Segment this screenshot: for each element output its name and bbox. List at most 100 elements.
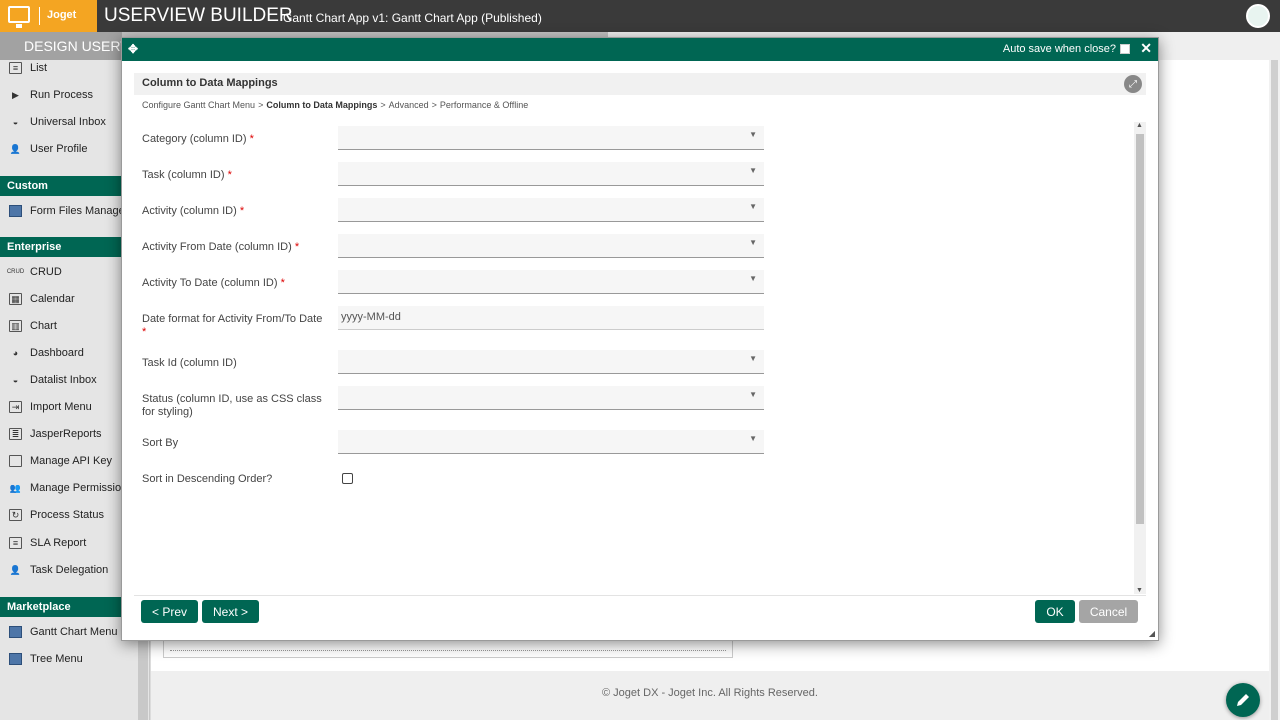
sidebar-item-datalist-inbox[interactable]: ◒ Datalist Inbox [0, 368, 122, 392]
status-icon: ↻ [9, 509, 22, 521]
sidebar-item-jasperreports[interactable]: ≣ JasperReports [0, 422, 122, 446]
sidebar-header-enterprise: Enterprise [0, 237, 122, 257]
joget-logo[interactable]: Joget [0, 0, 97, 32]
wizard-breadcrumb: Configure Gantt Chart Menu > Column to Dat… [142, 100, 528, 110]
sort-descending-checkbox[interactable] [342, 473, 353, 484]
dialog-page-title: Column to Data Mappings [142, 77, 278, 89]
move-icon[interactable]: ✥ [128, 42, 138, 56]
sidebar-item-gantt-chart-menu[interactable]: Gantt Chart Menu [0, 620, 122, 644]
field-label: Task Id (column ID) [142, 357, 237, 369]
page-scrollbar-thumb[interactable] [1271, 60, 1278, 720]
dialog-title-bar[interactable]: ✥ Auto save when close? ✕ [122, 38, 1158, 61]
breadcrumb-separator: > [380, 100, 386, 110]
sidebar-item-label: Tree Menu [30, 653, 83, 665]
sidebar-item-label: Process Status [30, 509, 104, 521]
sort-by-select[interactable]: ▼ [338, 430, 764, 454]
sidebar-item-label: User Profile [30, 143, 88, 155]
prev-button[interactable]: < Prev [141, 600, 198, 623]
properties-dialog: ✥ Auto save when close? ✕ Column to Data… [121, 37, 1159, 641]
field-label: Date format for Activity From/To Date * [142, 313, 323, 338]
caret-down-icon: ▼ [749, 434, 757, 443]
sidebar-item-universal-inbox[interactable]: ◒ Universal Inbox [0, 110, 122, 134]
sidebar-item-import-menu[interactable]: ⇥ Import Menu [0, 395, 122, 419]
user-gear-icon: 👤 [9, 564, 22, 575]
cancel-button[interactable]: Cancel [1079, 600, 1138, 623]
ok-button[interactable]: OK [1035, 600, 1075, 623]
sidebar-item-label: Import Menu [30, 401, 92, 413]
breadcrumb-step-performance[interactable]: Performance & Offline [440, 100, 528, 110]
sidebar-item-list[interactable]: ≡ List [0, 60, 122, 80]
sidebar-item-calendar[interactable]: ▦ Calendar [0, 287, 122, 311]
sidebar-item-label: Datalist Inbox [30, 374, 97, 386]
breadcrumb-step-configure[interactable]: Configure Gantt Chart Menu [142, 100, 255, 110]
dotted-divider [170, 650, 726, 651]
field-label: Sort in Descending Order? [142, 473, 273, 485]
report-icon: ≣ [9, 428, 22, 440]
autosave-toggle[interactable]: Auto save when close? [1003, 43, 1130, 55]
list-icon: ≡ [9, 62, 22, 74]
sidebar-item-label: CRUD [30, 266, 62, 278]
dialog-footer-divider [134, 595, 1146, 596]
sidebar-item-dashboard[interactable]: ◕ Dashboard [0, 341, 122, 365]
task-select[interactable]: ▼ [338, 162, 764, 186]
design-userview-tab[interactable]: DESIGN USERVIEW [0, 32, 122, 60]
pencil-icon [1237, 694, 1249, 706]
page-footer: © Joget DX - Joget Inc. All Rights Reser… [151, 671, 1269, 720]
scroll-down-icon[interactable]: ▼ [1136, 587, 1143, 594]
breadcrumb-step-advanced[interactable]: Advanced [389, 100, 429, 110]
activity-to-date-select[interactable]: ▼ [338, 270, 764, 294]
play-icon: ▶ [12, 89, 19, 100]
list-icon: ≡ [9, 537, 22, 549]
date-format-input[interactable]: yyyy-MM-dd [338, 306, 764, 330]
monitor-icon [8, 6, 30, 28]
resize-handle-icon[interactable]: ◢ [1149, 629, 1155, 638]
page-scrollbar[interactable] [1269, 60, 1280, 720]
close-icon[interactable]: ✕ [1140, 40, 1152, 57]
sidebar-item-label: List [30, 62, 48, 74]
sidebar-item-label: Dashboard [30, 347, 84, 359]
sidebar-item-label: Calendar [30, 293, 75, 305]
edit-fab-button[interactable] [1226, 683, 1260, 717]
next-button[interactable]: Next > [202, 600, 259, 623]
scroll-up-icon[interactable]: ▲ [1136, 122, 1143, 129]
caret-down-icon: ▼ [749, 130, 757, 139]
sidebar-item-chart[interactable]: ▥ Chart [0, 314, 122, 338]
sidebar-header-custom: Custom [0, 176, 122, 196]
user-avatar[interactable] [1246, 4, 1270, 28]
top-bar: Joget USERVIEW BUILDER Gantt Chart App v… [0, 0, 1280, 32]
dialog-scrollbar[interactable]: ▲ ▼ [1134, 122, 1146, 594]
status-select[interactable]: ▼ [338, 386, 764, 410]
sidebar-item-form-files-manager[interactable]: Form Files Manager [0, 199, 122, 223]
sidebar-item-user-profile[interactable]: 👤 User Profile [0, 137, 122, 161]
sidebar-item-tree-menu[interactable]: Tree Menu [0, 647, 122, 671]
plugin-tile-icon [9, 205, 22, 217]
category-select[interactable]: ▼ [338, 126, 764, 150]
fullscreen-icon[interactable]: ⤢ [1124, 75, 1142, 93]
user-icon: 👤 [9, 143, 22, 154]
sidebar-item-label: Task Delegation [30, 564, 109, 576]
sidebar-item-sla-report[interactable]: ≡ SLA Report [0, 531, 122, 555]
field-label: Activity From Date (column ID) * [142, 241, 300, 253]
sidebar-item-label: Chart [30, 320, 57, 332]
import-icon: ⇥ [9, 401, 22, 413]
caret-down-icon: ▼ [749, 166, 757, 175]
activity-select[interactable]: ▼ [338, 198, 764, 222]
sidebar-item-task-delegation[interactable]: 👤 Task Delegation [0, 558, 122, 582]
dialog-scrollbar-thumb[interactable] [1136, 134, 1144, 524]
sidebar-scrollbar[interactable] [138, 640, 148, 720]
task-id-select[interactable]: ▼ [338, 350, 764, 374]
mapping-form: Category (column ID) * ▼ Task (column ID… [122, 118, 1132, 588]
autosave-checkbox[interactable] [1120, 44, 1130, 54]
sidebar-item-label: Universal Inbox [30, 116, 106, 128]
dialog-page-header: Column to Data Mappings ⤢ [134, 73, 1146, 95]
sidebar-item-run-process[interactable]: ▶ Run Process [0, 83, 122, 107]
sidebar-item-crud[interactable]: CRUD CRUD [0, 260, 122, 284]
autosave-label: Auto save when close? [1002, 43, 1116, 55]
breadcrumb-separator: > [258, 100, 264, 110]
chart-icon: ▥ [9, 320, 22, 332]
sidebar-item-manage-permission[interactable]: 👥 Manage Permission [0, 476, 122, 500]
sidebar-item-manage-api-key[interactable]: Manage API Key [0, 449, 122, 473]
breadcrumb-step-column-mappings[interactable]: Column to Data Mappings [266, 100, 377, 110]
activity-from-date-select[interactable]: ▼ [338, 234, 764, 258]
sidebar-item-process-status[interactable]: ↻ Process Status [0, 503, 122, 527]
